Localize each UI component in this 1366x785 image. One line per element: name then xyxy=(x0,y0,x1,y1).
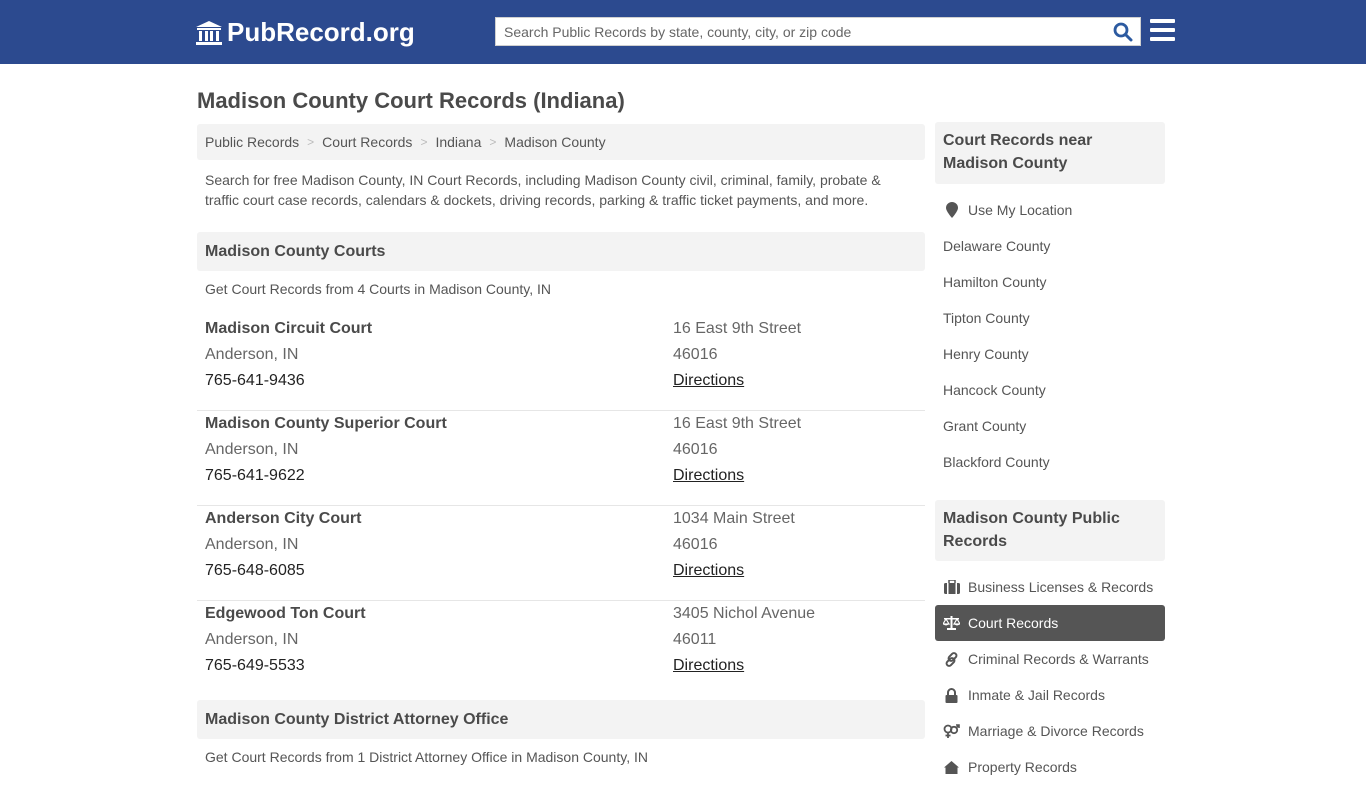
breadcrumb-court-records[interactable]: Court Records xyxy=(322,134,412,150)
court-name: Anderson City Court xyxy=(205,510,362,527)
home-icon xyxy=(943,759,960,775)
court-name: Edgewood Ton Court xyxy=(205,605,366,622)
top-navbar: PubRecord.org xyxy=(0,0,1366,64)
court-zip: 46016 xyxy=(673,536,718,553)
nearby-county-link[interactable]: Henry County xyxy=(935,336,1165,372)
page-title: Madison County Court Records (Indiana) xyxy=(197,88,625,113)
sidebar-item-label: Court Records xyxy=(968,615,1059,631)
court-phone[interactable]: 765-641-9436 xyxy=(205,368,372,394)
court-item: Madison County Superior Court Anderson, … xyxy=(197,411,925,506)
nearby-county-link[interactable]: Grant County xyxy=(935,408,1165,444)
breadcrumb-separator: > xyxy=(489,135,497,149)
breadcrumb-separator: > xyxy=(307,135,315,149)
court-item: Madison Circuit Court Anderson, IN 765-6… xyxy=(197,316,925,411)
briefcase-icon xyxy=(943,579,960,595)
nearby-county-link[interactable]: Hancock County xyxy=(935,372,1165,408)
use-my-location-link[interactable]: Use My Location xyxy=(935,192,1165,228)
use-my-location-label: Use My Location xyxy=(968,202,1073,218)
court-city: Anderson, IN xyxy=(205,536,299,553)
da-section-heading: Madison County District Attorney Office xyxy=(197,700,925,739)
court-address: 1034 Main Street xyxy=(673,510,795,527)
public-records-heading: Madison County Public Records xyxy=(935,500,1165,561)
nearby-county-link[interactable]: Hamilton County xyxy=(935,264,1165,300)
sidebar-item-label: Property Records xyxy=(968,759,1077,775)
directions-link[interactable]: Directions xyxy=(673,657,744,674)
nearby-courts-heading: Court Records near Madison County xyxy=(935,122,1165,184)
search-button[interactable] xyxy=(1110,20,1136,44)
hamburger-menu-button[interactable] xyxy=(1150,19,1175,43)
courts-section-subtitle: Get Court Records from 4 Courts in Madis… xyxy=(205,281,551,297)
court-phone[interactable]: 765-648-6085 xyxy=(205,558,361,584)
court-city: Anderson, IN xyxy=(205,631,299,648)
intro-text: Search for free Madison County, IN Court… xyxy=(205,172,881,208)
sidebar-item-property-records[interactable]: Property Records xyxy=(935,749,1165,785)
courthouse-icon xyxy=(196,20,222,45)
directions-link[interactable]: Directions xyxy=(673,372,744,389)
breadcrumb-indiana[interactable]: Indiana xyxy=(435,134,481,150)
sidebar-item-marriage-records[interactable]: Marriage & Divorce Records xyxy=(935,713,1165,749)
menu-bar xyxy=(1150,37,1175,41)
scales-icon xyxy=(943,615,960,631)
menu-bar xyxy=(1150,19,1175,23)
sidebar-item-label: Inmate & Jail Records xyxy=(968,687,1105,703)
logo-text: PubRecord.org xyxy=(227,17,415,47)
sidebar-item-business-licenses[interactable]: Business Licenses & Records xyxy=(935,569,1165,605)
search-input[interactable] xyxy=(496,18,1106,45)
court-item: Anderson City Court Anderson, IN 765-648… xyxy=(197,506,925,601)
court-phone[interactable]: 765-641-9622 xyxy=(205,463,447,489)
sidebar-item-court-records[interactable]: Court Records xyxy=(935,605,1165,641)
sidebar-item-criminal-records[interactable]: Criminal Records & Warrants xyxy=(935,641,1165,677)
court-address: 16 East 9th Street xyxy=(673,320,802,337)
venus-mars-icon xyxy=(943,723,960,739)
site-logo[interactable]: PubRecord.org xyxy=(195,17,415,48)
directions-link[interactable]: Directions xyxy=(673,467,744,484)
court-zip: 46016 xyxy=(673,346,718,363)
court-city: Anderson, IN xyxy=(205,441,299,458)
courts-section-heading: Madison County Courts xyxy=(197,232,925,271)
court-city: Anderson, IN xyxy=(205,346,299,363)
lock-icon xyxy=(943,687,960,703)
court-zip: 46011 xyxy=(673,631,717,648)
court-address: 16 East 9th Street xyxy=(673,415,802,432)
court-address: 3405 Nichol Avenue xyxy=(673,605,816,622)
breadcrumb: Public Records > Court Records > Indiana… xyxy=(197,124,925,160)
sidebar-item-label: Marriage & Divorce Records xyxy=(968,723,1144,739)
sidebar-item-label: Business Licenses & Records xyxy=(968,579,1154,595)
sidebar-item-label: Criminal Records & Warrants xyxy=(968,651,1149,667)
breadcrumb-public-records[interactable]: Public Records xyxy=(205,134,299,150)
breadcrumb-separator: > xyxy=(420,135,428,149)
court-name: Madison County Superior Court xyxy=(205,415,447,432)
breadcrumb-madison-county[interactable]: Madison County xyxy=(504,134,605,150)
search-icon xyxy=(1113,22,1133,42)
link-icon xyxy=(943,651,960,667)
directions-link[interactable]: Directions xyxy=(673,562,744,579)
search-bar xyxy=(495,17,1141,46)
court-name: Madison Circuit Court xyxy=(205,320,373,337)
nearby-county-link[interactable]: Tipton County xyxy=(935,300,1165,336)
map-marker-icon xyxy=(943,202,960,218)
da-section-subtitle: Get Court Records from 1 District Attorn… xyxy=(205,749,648,765)
nearby-county-link[interactable]: Delaware County xyxy=(935,228,1165,264)
court-phone[interactable]: 765-649-5533 xyxy=(205,653,366,679)
nearby-county-link[interactable]: Blackford County xyxy=(935,444,1165,480)
menu-bar xyxy=(1150,28,1175,32)
court-item: Edgewood Ton Court Anderson, IN 765-649-… xyxy=(197,601,925,696)
sidebar-item-inmate-records[interactable]: Inmate & Jail Records xyxy=(935,677,1165,713)
court-zip: 46016 xyxy=(673,441,718,458)
